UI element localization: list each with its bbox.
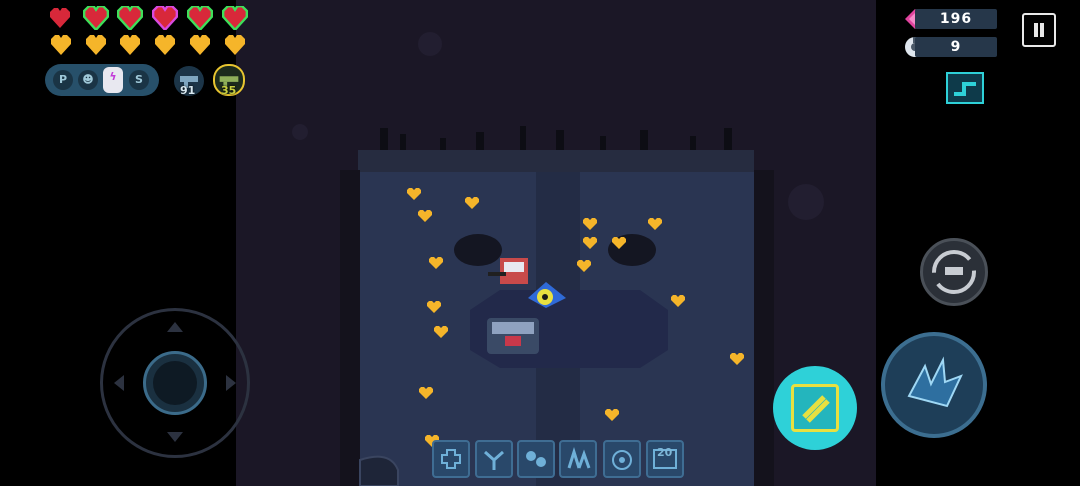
gold-heart-pickup — [612, 234, 626, 249]
pause-button[interactable] — [1022, 13, 1056, 47]
skull-icon: ☻ — [78, 70, 98, 90]
heart-icon — [187, 6, 213, 30]
gold-heart-pickup — [407, 185, 421, 200]
heart-icon — [152, 6, 178, 30]
gold-heart-pickup — [671, 292, 685, 307]
heart-icon — [222, 6, 248, 30]
buff-heal-icon[interactable] — [432, 440, 470, 478]
heart-icon — [83, 6, 109, 30]
armor-heart-icon — [119, 35, 141, 55]
weapon-swap-button[interactable] — [920, 238, 988, 306]
heart-icon — [49, 8, 71, 28]
energy-icon: ϟ — [103, 67, 123, 93]
part-count: 9 — [915, 37, 997, 57]
weapon-ammo-primary: 35 — [221, 84, 237, 97]
heart-icon — [117, 6, 143, 30]
gold-heart-pickup — [648, 215, 662, 230]
gold-heart-pickup — [418, 207, 432, 222]
armor-heart-icon — [85, 35, 107, 55]
weapon-swap-icon — [932, 250, 976, 294]
skill-slot-p: P — [53, 70, 73, 90]
skill-button[interactable] — [773, 366, 857, 450]
gold-heart-pickup — [730, 350, 744, 365]
skill-slot-s: S — [129, 70, 149, 90]
buff-pet-icon[interactable] — [603, 440, 641, 478]
weapon-ammo-secondary: 91 — [180, 84, 196, 97]
status-effects-bar[interactable]: P ☻ ϟ S — [45, 64, 159, 96]
gold-heart-pickup — [434, 323, 448, 338]
gold-heart-pickup — [583, 234, 597, 249]
gold-heart-pickup — [605, 406, 619, 421]
gold-heart-pickup — [427, 298, 441, 313]
minimap-icon — [946, 72, 984, 104]
buff-hearts-icon[interactable] — [517, 440, 555, 478]
armor-heart-icon — [224, 35, 246, 55]
buff-spikes-icon[interactable] — [559, 440, 597, 478]
armor-heart-icon — [50, 35, 72, 55]
joystick-knob-center — [153, 361, 197, 405]
gold-heart-pickup — [465, 194, 479, 209]
gold-heart-pickup — [577, 257, 591, 272]
joystick-left-arrow — [114, 375, 124, 391]
armor-heart-icon — [189, 35, 211, 55]
joystick-up-arrow — [167, 322, 183, 332]
minimap-button[interactable] — [946, 72, 984, 104]
buff-branch-icon[interactable] — [475, 440, 513, 478]
armor-heart-icon — [154, 35, 176, 55]
attack-icon — [907, 356, 963, 408]
gold-heart-pickup — [429, 254, 443, 269]
joystick-down-arrow — [167, 432, 183, 442]
gold-heart-pickup — [583, 215, 597, 230]
skill-icon — [791, 384, 839, 432]
gem-count: 196 — [915, 9, 997, 29]
joystick-right-arrow — [226, 375, 236, 391]
buff-count-label: 20 — [657, 446, 673, 459]
gold-heart-pickup — [419, 384, 433, 399]
attack-button[interactable] — [881, 332, 987, 438]
